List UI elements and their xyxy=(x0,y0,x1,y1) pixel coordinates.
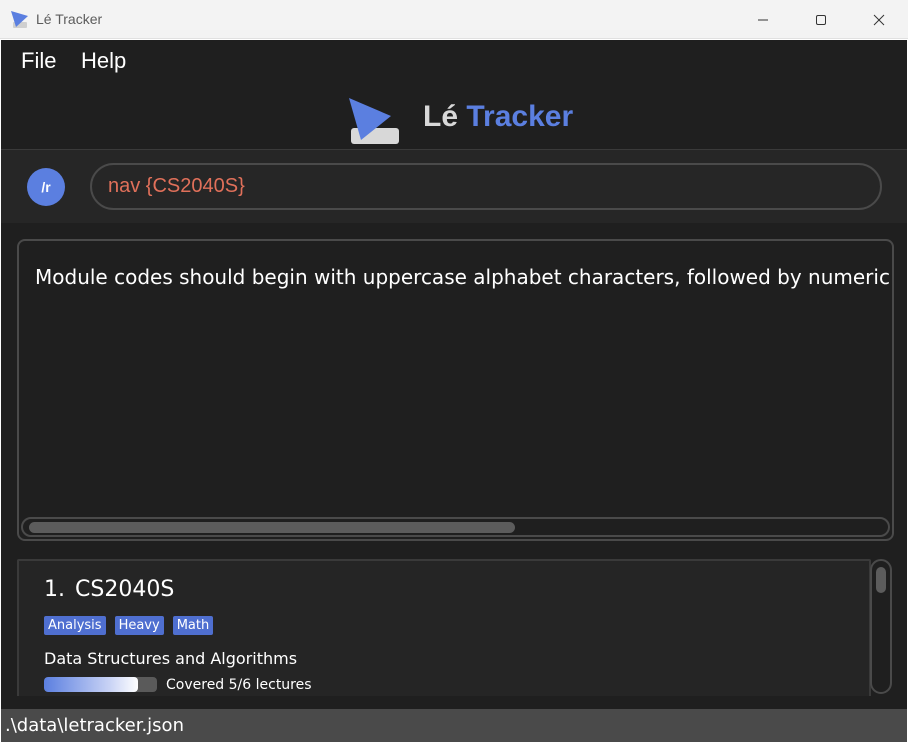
app-window: File Help Lé Tracker /r nav {CS2040S} Mo… xyxy=(1,40,907,742)
result-message: Module codes should begin with uppercase… xyxy=(35,265,894,289)
lecture-progress-label: Covered 5/6 lectures xyxy=(166,677,312,693)
module-code: CS2040S xyxy=(75,577,175,602)
vertical-scrollbar[interactable] xyxy=(870,559,892,694)
le-tracker-logo-icon xyxy=(349,98,399,144)
tag-math: Math xyxy=(172,616,214,635)
maximize-icon xyxy=(816,14,826,25)
module-tags: Analysis Heavy Math xyxy=(44,616,214,635)
minimize-icon xyxy=(758,19,768,20)
menu-help[interactable]: Help xyxy=(77,48,130,74)
maximize-button[interactable] xyxy=(792,0,850,39)
horizontal-scroll-thumb[interactable] xyxy=(29,522,515,533)
window-title: Lé Tracker xyxy=(36,11,103,27)
command-input[interactable]: nav {CS2040S} xyxy=(90,163,882,210)
vertical-scroll-thumb[interactable] xyxy=(876,567,886,593)
root-nav-button[interactable]: /r xyxy=(27,168,65,206)
app-logo-text: Lé Tracker xyxy=(423,100,573,134)
logo-tracker: Tracker xyxy=(466,100,574,133)
menu-file[interactable]: File xyxy=(17,48,60,74)
window-titlebar: Lé Tracker xyxy=(0,0,908,39)
lecture-progress-fill xyxy=(44,677,139,692)
module-card[interactable]: 1. CS2040S Analysis Heavy Math Data Struc… xyxy=(17,559,871,696)
horizontal-scrollbar[interactable] xyxy=(21,517,890,537)
tag-heavy: Heavy xyxy=(114,616,164,635)
module-name: Data Structures and Algorithms xyxy=(44,649,298,668)
app-logo-icon xyxy=(11,11,28,28)
module-list: 1. CS2040S Analysis Heavy Math Data Struc… xyxy=(17,559,871,696)
command-row: /r nav {CS2040S} xyxy=(1,150,907,223)
status-bar: .\data\letracker.json xyxy=(1,709,907,742)
logo-le: Lé xyxy=(423,100,459,133)
lecture-progress-bar xyxy=(44,677,157,692)
app-header: Lé Tracker xyxy=(1,80,907,150)
menu-bar: File Help xyxy=(1,40,907,80)
result-display: Module codes should begin with uppercase… xyxy=(17,239,894,541)
module-index: 1. xyxy=(44,577,65,602)
module-title: 1. CS2040S xyxy=(44,577,174,602)
data-file-path: .\data\letracker.json xyxy=(5,715,184,736)
minimize-button[interactable] xyxy=(734,0,792,39)
close-icon xyxy=(873,14,885,25)
close-button[interactable] xyxy=(850,0,908,39)
tag-analysis: Analysis xyxy=(44,616,106,635)
